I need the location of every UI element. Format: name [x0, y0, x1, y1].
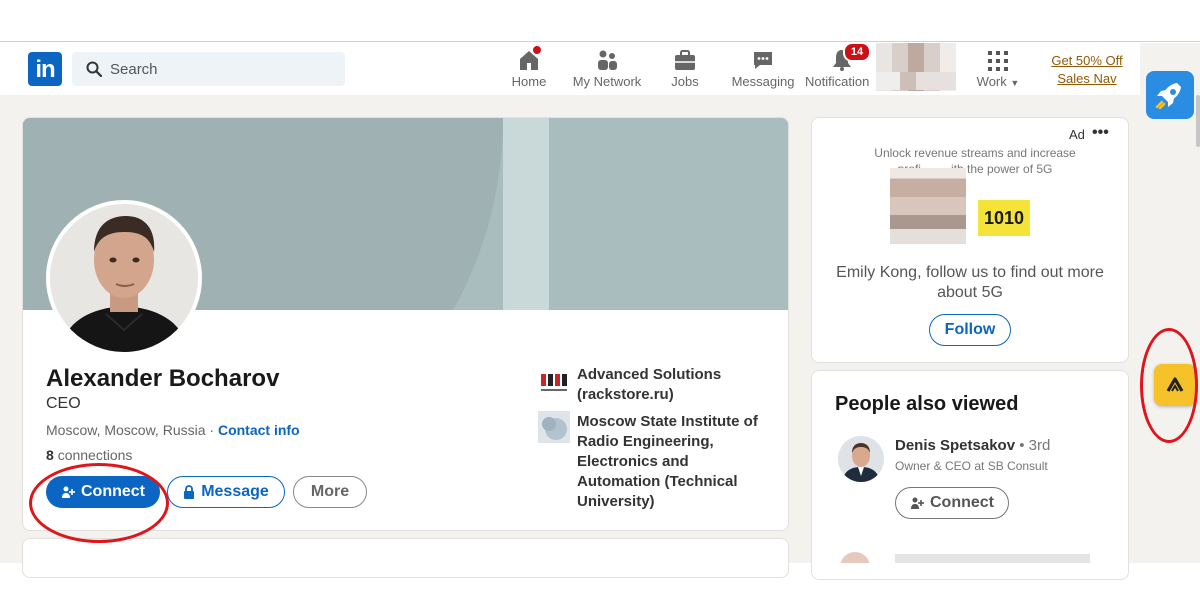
school-line1: Moscow State Institute of [577, 413, 758, 430]
linkedin-logo[interactable]: in [28, 52, 62, 86]
chat-icon [754, 52, 772, 69]
ad-label: Ad [1069, 127, 1085, 142]
notification-count-badge: 14 [843, 42, 871, 62]
grid-icon [988, 51, 1008, 71]
connections-count: 8 [46, 447, 54, 463]
nav-work-label: Work [976, 74, 1007, 89]
search-icon [86, 61, 102, 77]
network-icon [598, 50, 617, 70]
school-line2: Radio Engineering, [577, 433, 714, 450]
home-notification-dot [531, 44, 543, 56]
nav-home-label: Home [511, 74, 547, 89]
promo-line2: Sales Nav [1057, 71, 1117, 86]
next-person-cutoff [840, 550, 1100, 563]
ad-body-line1: Emily Kong, follow us to find out more [836, 264, 1104, 281]
profile-headline: CEO [46, 395, 81, 412]
nav-notifications-label: Notification [805, 74, 870, 89]
lock-icon [184, 485, 195, 499]
next-section-card [22, 538, 789, 578]
rocket-icon [1155, 83, 1181, 110]
nav-messaging[interactable]: Messaging [729, 46, 797, 92]
ad-company-logo: 1010 [978, 200, 1030, 236]
me-avatar-pixelated-lower [876, 72, 956, 90]
page-scrollbar[interactable] [1196, 95, 1200, 147]
profile-location: Moscow, Moscow, Russia [46, 422, 206, 438]
nav-work[interactable]: Work ▼ [972, 46, 1024, 92]
ad-tagline: Unlock revenue streams and increase prof… [830, 145, 1120, 177]
message-button[interactable]: Message [167, 476, 285, 508]
highlight-ring-connect [29, 463, 169, 543]
promo-line1: Get 50% Off [1051, 53, 1123, 68]
school-line5: University) [577, 493, 655, 510]
person-name: Denis Spetsakov [895, 437, 1016, 454]
connections-label: connections [57, 447, 133, 463]
person-connect-label: Connect [930, 494, 994, 511]
nav-home[interactable]: Home [503, 44, 555, 92]
more-label: More [310, 483, 350, 500]
ad-tagline-line1: Unlock revenue streams and increase [874, 146, 1076, 160]
profile-photo [50, 204, 198, 352]
school-logo [538, 411, 570, 443]
rocket-extension-button[interactable] [1146, 71, 1194, 119]
profile-location-row: Moscow, Moscow, Russia · Contact info [46, 422, 300, 438]
people-also-viewed-title: People also viewed [835, 393, 1019, 415]
person-degree: • 3rd [1019, 437, 1051, 454]
person-name-row[interactable]: Denis Spetsakov • 3rd [895, 437, 1050, 454]
education-school[interactable]: Moscow State Institute of Radio Engineer… [577, 412, 758, 512]
search-box[interactable] [72, 52, 345, 86]
school-line4: Automation (Technical [577, 473, 738, 490]
profile-avatar[interactable] [46, 200, 202, 356]
nav-my-network[interactable]: My Network [568, 46, 646, 92]
company-line2: (rackstore.ru) [577, 386, 674, 403]
separator-dot: · [209, 422, 215, 438]
person-connect-button[interactable]: Connect [895, 487, 1009, 519]
nav-jobs[interactable]: Jobs [665, 46, 705, 92]
ad-body: Emily Kong, follow us to find out more a… [825, 263, 1115, 303]
nav-messaging-label: Messaging [731, 74, 795, 89]
add-person-icon [911, 497, 924, 509]
connections-count-row[interactable]: 8 connections [46, 447, 132, 463]
briefcase-icon [675, 50, 695, 70]
profile-name: Alexander Bocharov [46, 365, 280, 392]
nav-jobs-label: Jobs [671, 74, 699, 89]
company-logo [538, 366, 570, 398]
chevron-down-icon: ▼ [1010, 78, 1020, 88]
sales-nav-promo-link[interactable]: Get 50% Off Sales Nav [1043, 52, 1131, 88]
message-label: Message [201, 483, 269, 500]
nav-work-label-wrap: Work ▼ [972, 74, 1024, 89]
person-avatar[interactable] [838, 436, 884, 482]
nav-notifications[interactable]: 14 Notification [805, 42, 879, 92]
browser-top-strip [0, 0, 1200, 42]
search-input[interactable] [110, 52, 335, 86]
current-company[interactable]: Advanced Solutions (rackstore.ru) [577, 365, 721, 405]
ad-body-line2: about 5G [937, 284, 1003, 301]
follow-button[interactable]: Follow [929, 314, 1011, 346]
nav-my-network-label: My Network [572, 74, 642, 89]
person-role: Owner & CEO at SB Consult [895, 459, 1048, 473]
school-line3: Electronics and [577, 453, 689, 470]
company-line1: Advanced Solutions [577, 366, 722, 383]
ad-user-photo-pixelated [890, 168, 966, 244]
contact-info-link[interactable]: Contact info [218, 422, 300, 438]
highlight-ring-extension [1140, 328, 1198, 443]
ad-options-icon[interactable]: ••• [1092, 124, 1109, 142]
more-button[interactable]: More [293, 476, 367, 508]
